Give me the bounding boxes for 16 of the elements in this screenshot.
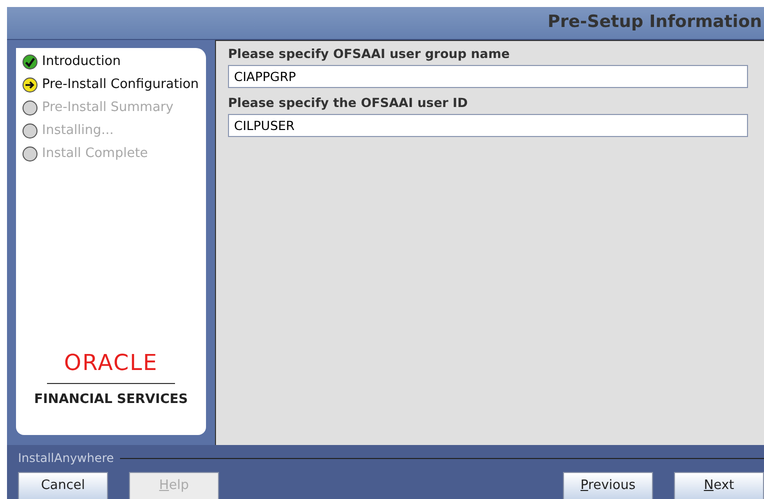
window-title: Pre-Setup Information	[548, 11, 762, 34]
step-label: Introduction	[42, 52, 121, 71]
step-label: Install Complete	[42, 144, 148, 163]
dialog-button[interactable]: Next	[674, 472, 764, 499]
logo-subtitle: FINANCIAL SERVICES	[34, 390, 188, 408]
step-label: Installing...	[42, 122, 114, 140]
input-field[interactable]: CIAPPGRP	[228, 64, 748, 88]
input-field[interactable]: CILPUSER	[228, 114, 748, 136]
step-label: Pre-Install Summary	[42, 98, 174, 117]
vendor-label: InstallAnywhere	[18, 450, 114, 467]
dialog-button[interactable]: Cancel	[18, 472, 108, 499]
field-label: Please specify the OFSAAI user ID	[228, 94, 469, 112]
field-label: Please specify OFSAAI user group name	[228, 45, 511, 63]
dialog-button[interactable]: Previous	[563, 472, 653, 499]
step-label: Pre-Install Configuration	[42, 76, 199, 94]
brand-logo: ORACLE	[64, 352, 158, 374]
